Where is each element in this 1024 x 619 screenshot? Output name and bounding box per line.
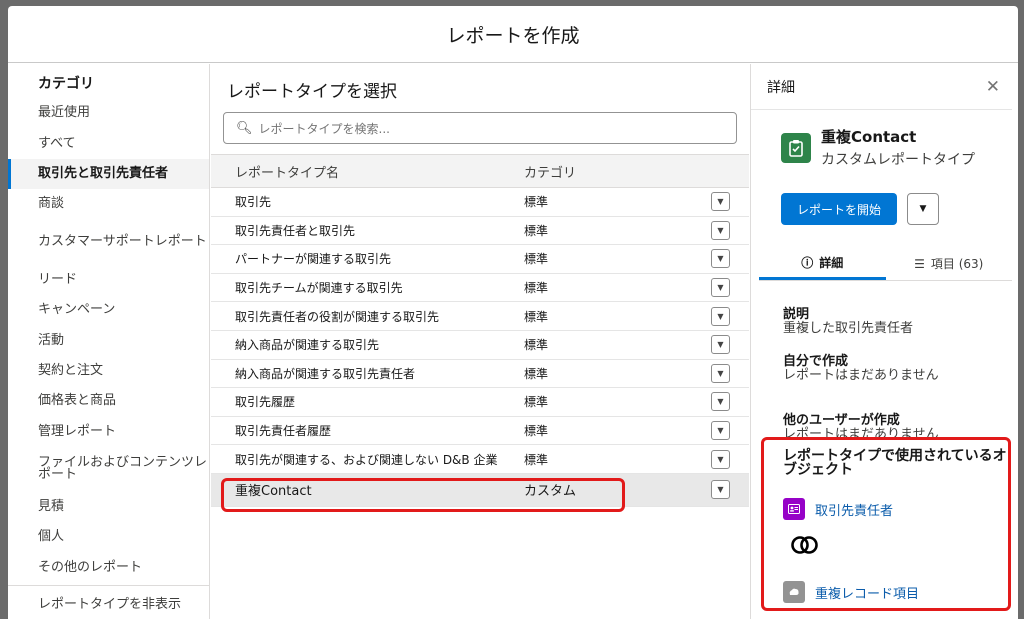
category-item[interactable]: 最近使用	[8, 98, 209, 128]
row-menu-chevron-down-icon[interactable]: ▼	[711, 421, 730, 441]
row-menu-chevron-down-icon[interactable]: ▼	[711, 306, 730, 326]
report-type-name-cell: パートナーが関連する取引先	[235, 252, 392, 267]
report-type-name-cell: 取引先責任者と取引先	[235, 223, 356, 238]
tab-fields-label: 項目 (63)	[930, 257, 984, 271]
category-title: カテゴリ	[38, 76, 94, 92]
table-row[interactable]: 取引先チームが関連する取引先 標準 ▼	[211, 274, 749, 303]
created-by-others-label: 他のユーザーが作成	[783, 413, 900, 428]
report-type-name-cell: 取引先	[235, 195, 272, 210]
row-menu-chevron-down-icon[interactable]: ▼	[711, 335, 730, 355]
table-row[interactable]: 納入商品が関連する取引先責任者 標準 ▼	[211, 360, 749, 389]
start-report-button[interactable]: レポートを開始	[781, 193, 897, 225]
search-icon: 🔍︎	[236, 120, 253, 136]
report-type-category-cell: カスタム	[524, 484, 577, 500]
tab-fields[interactable]: ☰ 項目 (63)	[886, 247, 1013, 280]
category-item[interactable]: 個人	[8, 522, 209, 552]
category-item[interactable]: カスタマーサポートレポート	[8, 220, 209, 265]
report-type-category-cell: 標準	[524, 281, 549, 296]
category-item[interactable]: 活動	[8, 325, 209, 355]
row-menu-chevron-down-icon[interactable]: ▼	[711, 449, 730, 469]
category-item[interactable]: ファイルおよびコンテンツレポート	[8, 447, 209, 492]
modal-title: レポートを作成	[8, 6, 1018, 63]
table-header: レポートタイプ名 カテゴリ	[211, 154, 749, 188]
row-menu-chevron-down-icon[interactable]: ▼	[711, 480, 730, 500]
list-icon: ☰	[914, 256, 925, 271]
object-duplicate-record-label: 重複レコード項目	[815, 586, 920, 602]
category-item[interactable]: 管理レポート	[8, 417, 209, 447]
info-icon: ⓘ	[801, 255, 814, 270]
report-type-name-cell: 取引先責任者履歴	[235, 424, 332, 439]
table-row[interactable]: 納入商品が関連する取引先 標準 ▼	[211, 331, 749, 360]
report-type-name-cell: 取引先チームが関連する取引先	[235, 281, 403, 296]
chevron-down-icon[interactable]: ▼	[907, 193, 939, 225]
report-type-name-cell: 納入商品が関連する取引先責任者	[235, 366, 416, 381]
table-row[interactable]: 取引先が関連する、および関連しない D&B 企業 標準 ▼	[211, 445, 749, 474]
table-row[interactable]: 取引先責任者履歴 標準 ▼	[211, 417, 749, 446]
report-type-kind: カスタムレポートタイプ	[821, 152, 975, 168]
custom-object-icon	[783, 581, 805, 603]
column-header-category[interactable]: カテゴリ	[524, 162, 684, 181]
report-type-category-cell: 標準	[524, 309, 549, 324]
category-item[interactable]: キャンペーン	[8, 295, 209, 325]
report-type-name-cell: 重複Contact	[235, 484, 312, 500]
created-by-me-value: レポートはまだありません	[783, 368, 939, 383]
category-item[interactable]: 価格表と商品	[8, 386, 209, 416]
object-contact-label: 取引先責任者	[815, 503, 894, 519]
report-type-search-input[interactable]: 🔍︎ レポートタイプを検索...	[223, 112, 737, 144]
detail-panel: 詳細 ✕ 重複Contact カスタムレポートタイプ レポートを開始 ▼ ⓘ 詳…	[750, 64, 1018, 619]
objects-title: レポートタイプで使用されているオブジェクト	[783, 448, 1007, 478]
table-row[interactable]: 取引先責任者の役割が関連する取引先 標準 ▼	[211, 302, 749, 331]
search-placeholder: レポートタイプを検索...	[258, 121, 390, 136]
category-item[interactable]: 取引先と取引先責任者	[8, 158, 209, 190]
table-row[interactable]: 取引先責任者と取引先 標準 ▼	[211, 217, 749, 246]
report-type-name-cell: 取引先責任者の役割が関連する取引先	[235, 309, 440, 324]
row-menu-chevron-down-icon[interactable]: ▼	[711, 278, 730, 298]
row-menu-chevron-down-icon[interactable]: ▼	[711, 392, 730, 412]
row-menu-chevron-down-icon[interactable]: ▼	[711, 192, 730, 212]
category-item[interactable]: リード	[8, 265, 209, 295]
row-menu-chevron-down-icon[interactable]: ▼	[711, 220, 730, 240]
report-type-title: レポートタイプを選択	[227, 82, 397, 102]
category-item[interactable]: その他のレポート	[8, 553, 209, 583]
report-type-name-cell: 納入商品が関連する取引先	[235, 338, 380, 353]
hide-report-types-button[interactable]: レポートタイプを非表示	[8, 585, 209, 619]
report-type-name-cell: 取引先が関連する、および関連しない D&B 企業	[235, 452, 498, 467]
close-icon[interactable]: ✕	[986, 77, 1000, 97]
report-type-name-cell: 取引先履歴	[235, 395, 296, 410]
object-duplicate-record-link[interactable]: 重複レコード項目	[783, 581, 919, 603]
report-type-category-cell: 標準	[524, 366, 549, 381]
report-type-category-cell: 標準	[524, 195, 549, 210]
category-item[interactable]: 契約と注文	[8, 356, 209, 386]
created-by-me-label: 自分で作成	[783, 354, 849, 369]
table-row[interactable]: パートナーが関連する取引先 標準 ▼	[211, 245, 749, 274]
report-type-category-cell: 標準	[524, 424, 549, 439]
description-label: 説明	[783, 307, 810, 322]
contact-icon	[783, 498, 805, 520]
object-contact-link[interactable]: 取引先責任者	[783, 498, 893, 520]
report-type-category-cell: 標準	[524, 395, 549, 410]
column-header-name[interactable]: レポートタイプ名	[211, 162, 524, 181]
report-type-panel: レポートタイプを選択 🔍︎ レポートタイプを検索... レポートタイプ名 カテゴ…	[211, 64, 749, 619]
tab-details[interactable]: ⓘ 詳細	[759, 247, 886, 280]
report-type-category-cell: 標準	[524, 452, 549, 467]
report-type-category-cell: 標準	[524, 338, 549, 353]
tab-details-label: 詳細	[819, 255, 844, 270]
report-type-icon	[781, 133, 811, 163]
relationship-icon	[791, 536, 818, 554]
report-type-category-cell: 標準	[524, 223, 549, 238]
category-item[interactable]: 商談	[8, 189, 209, 219]
create-report-modal: レポートを作成 カテゴリ 最近使用 すべて 取引先と取引先責任者 商談 カスタマーサポー…	[8, 6, 1018, 619]
table-row[interactable]: 取引先履歴 標準 ▼	[211, 388, 749, 417]
row-menu-chevron-down-icon[interactable]: ▼	[711, 249, 730, 269]
row-menu-chevron-down-icon[interactable]: ▼	[711, 363, 730, 383]
category-item[interactable]: 見積	[8, 492, 209, 522]
category-item[interactable]: すべて	[8, 128, 209, 158]
report-type-name: 重複Contact	[821, 128, 917, 146]
description-value: 重複した取引先責任者	[783, 321, 914, 336]
detail-header: 詳細	[767, 79, 795, 96]
table-row[interactable]: 重複Contact カスタム ▼	[211, 473, 749, 507]
report-type-category-cell: 標準	[524, 252, 549, 267]
table-row[interactable]: 取引先 標準 ▼	[211, 188, 749, 217]
category-sidebar: カテゴリ 最近使用 すべて 取引先と取引先責任者 商談 カスタマーサポートレポート リード…	[8, 64, 210, 619]
